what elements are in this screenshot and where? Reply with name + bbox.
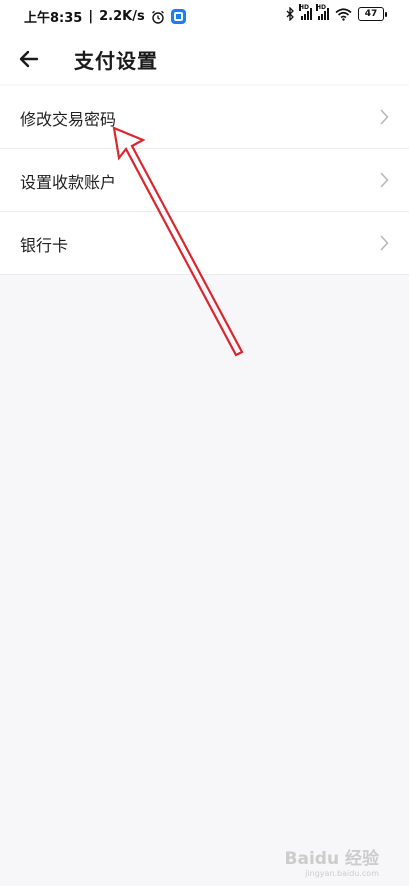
watermark-text: Baidu 经验 bbox=[284, 849, 379, 869]
arrow-left-icon[interactable] bbox=[14, 44, 44, 74]
chevron-right-icon bbox=[380, 109, 389, 125]
bluetooth-icon bbox=[286, 7, 294, 21]
menu-item-receiving-account[interactable]: 设置收款账户 bbox=[0, 149, 409, 212]
page-title: 支付设置 bbox=[74, 49, 158, 73]
menu-item-change-password[interactable]: 修改交易密码 bbox=[0, 86, 409, 149]
watermark: Baidu 经验 jingyan.baidu.com bbox=[285, 844, 379, 878]
menu-item-label: 设置收款账户 bbox=[20, 173, 117, 192]
battery-level: 47 bbox=[358, 7, 384, 21]
menu-item-label: 修改交易密码 bbox=[20, 110, 117, 129]
status-left: 上午8:35 | 2.2K/s bbox=[24, 7, 186, 26]
battery-icon: 47 bbox=[358, 7, 387, 21]
header: 支付设置 bbox=[0, 34, 409, 84]
hd-signal-icon: HD bbox=[316, 4, 329, 20]
chevron-right-icon bbox=[380, 235, 389, 251]
status-bar: 上午8:35 | 2.2K/s HD HD 47 bbox=[0, 0, 409, 34]
wifi-icon bbox=[335, 7, 352, 21]
settings-list: 修改交易密码 设置收款账户 银行卡 bbox=[0, 86, 409, 275]
status-right: HD HD 47 bbox=[286, 4, 387, 21]
status-time: 上午8:35 bbox=[24, 11, 83, 26]
menu-item-bank-card[interactable]: 银行卡 bbox=[0, 212, 409, 275]
status-separator: | bbox=[88, 9, 94, 24]
menu-item-label: 银行卡 bbox=[20, 236, 69, 255]
watermark-subtext: jingyan.baidu.com bbox=[305, 869, 379, 878]
alarm-icon bbox=[151, 10, 164, 24]
alipay-icon bbox=[170, 9, 186, 24]
chevron-right-icon bbox=[380, 172, 389, 188]
network-speed: 2.2K/s bbox=[99, 9, 145, 24]
hd-signal-icon: HD bbox=[299, 4, 312, 20]
